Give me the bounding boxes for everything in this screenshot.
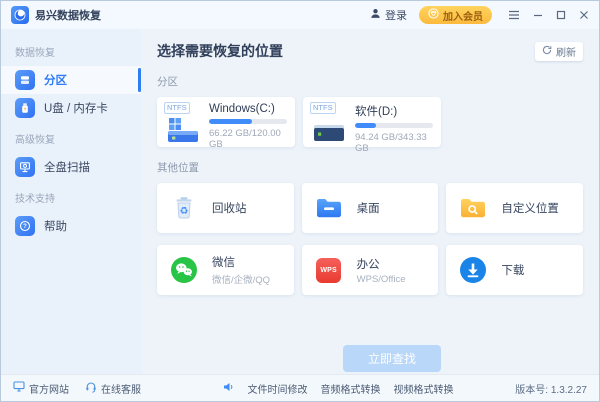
location-label: 回收站 — [212, 200, 247, 216]
official-website-label: 官方网站 — [29, 381, 69, 396]
user-icon — [370, 8, 381, 22]
wechat-icon — [170, 256, 198, 284]
location-label: 下载 — [501, 262, 524, 278]
capacity-progressbar — [209, 119, 287, 124]
wps-office-icon: WPS — [315, 256, 343, 284]
usb-drive-icon — [15, 98, 35, 118]
app-title: 易兴数据恢复 — [35, 7, 101, 23]
svg-text:?: ? — [23, 224, 27, 230]
search-now-button[interactable]: 立即查找 — [343, 345, 441, 372]
file-time-modify-link[interactable]: 文件时间修改 — [248, 381, 308, 396]
version-label: 版本号: 1.3.2.27 — [515, 381, 587, 396]
section-label-other-locations: 其他位置 — [157, 160, 583, 175]
login-button[interactable]: 登录 — [370, 7, 407, 23]
main-content: 选择需要恢复的位置 刷新 分区 NTFS — [141, 29, 599, 374]
close-button[interactable] — [579, 10, 589, 20]
login-label: 登录 — [385, 7, 407, 23]
capacity-progress-fill — [355, 123, 376, 128]
location-label: 办公 — [357, 256, 406, 272]
windows-drive-icon — [166, 117, 200, 149]
sidebar-item-label: 全盘扫描 — [44, 159, 90, 175]
page-title: 选择需要恢复的位置 — [157, 41, 283, 61]
join-membership-button[interactable]: 加入会员 — [419, 6, 492, 24]
refresh-button[interactable]: 刷新 — [535, 42, 583, 61]
location-sublabel: WPS/Office — [357, 274, 406, 285]
titlebar: 易兴数据恢复 登录 加入会员 — [1, 1, 599, 29]
audio-convert-link[interactable]: 音频格式转换 — [321, 381, 381, 396]
sidebar-section-support: 技术支持 — [1, 181, 141, 212]
video-convert-link[interactable]: 视频格式转换 — [394, 381, 454, 396]
sidebar-item-help[interactable]: ? 帮助 — [1, 212, 141, 240]
sidebar-item-usb-memory-card[interactable]: U盘 / 内存卡 — [1, 94, 141, 122]
drive-name: 软件(D:) — [355, 103, 433, 119]
membership-label: 加入会员 — [443, 8, 483, 23]
location-card-desktop[interactable]: 桌面 — [302, 183, 439, 233]
wps-icon-text: WPS — [316, 258, 341, 283]
minimize-button[interactable] — [533, 10, 543, 20]
drive-capacity: 94.24 GB/343.33 GB — [355, 132, 433, 154]
refresh-icon — [542, 45, 552, 58]
official-website-link[interactable]: 官方网站 — [13, 381, 69, 396]
location-sublabel: 微信/企微/QQ — [212, 272, 270, 286]
drive-card-windows-c[interactable]: NTFS Windows(C:) — [157, 97, 295, 147]
location-card-custom[interactable]: 自定义位置 — [446, 183, 583, 233]
location-label: 自定义位置 — [501, 200, 559, 216]
online-support-link[interactable]: 在线客服 — [85, 381, 141, 396]
hard-drive-icon — [312, 117, 346, 149]
maximize-button[interactable] — [556, 10, 566, 20]
sidebar-item-partition[interactable]: 分区 — [1, 66, 141, 94]
announcement-speaker-icon — [223, 381, 235, 396]
diamond-icon — [428, 8, 439, 22]
location-card-recycle-bin[interactable]: ♻ 回收站 — [157, 183, 294, 233]
filesystem-badge: NTFS — [310, 102, 336, 114]
download-icon — [459, 256, 487, 284]
online-support-label: 在线客服 — [101, 381, 141, 396]
location-card-wechat[interactable]: 微信 微信/企微/QQ — [157, 245, 294, 295]
sidebar-section-data-recovery: 数据恢复 — [1, 35, 141, 66]
sidebar-item-full-scan[interactable]: 全盘扫描 — [1, 153, 141, 181]
app-logo-icon — [11, 6, 29, 24]
app-window: 易兴数据恢复 登录 加入会员 — [0, 0, 600, 402]
refresh-label: 刷新 — [556, 44, 576, 59]
svg-text:♻: ♻ — [180, 206, 189, 217]
location-card-office[interactable]: WPS 办公 WPS/Office — [302, 245, 439, 295]
location-grid: ♻ 回收站 — [157, 183, 583, 295]
menu-icon[interactable] — [508, 10, 520, 20]
capacity-progressbar — [355, 123, 433, 128]
drive-capacity: 66.22 GB/120.00 GB — [209, 128, 287, 150]
drive-grid: NTFS Windows(C:) — [157, 97, 583, 147]
sidebar-item-label: 帮助 — [44, 218, 67, 234]
location-card-download[interactable]: 下载 — [446, 245, 583, 295]
sidebar-section-advanced: 高级恢复 — [1, 122, 141, 153]
help-icon: ? — [15, 216, 35, 236]
statusbar: 官方网站 在线客服 — [1, 374, 599, 401]
headset-icon — [85, 381, 97, 396]
sidebar: 数据恢复 分区 U盘 / 内存卡 — [1, 29, 141, 374]
partition-icon — [15, 70, 35, 90]
location-label: 桌面 — [357, 200, 380, 216]
location-label: 微信 — [212, 254, 270, 270]
full-scan-icon — [15, 157, 35, 177]
recycle-bin-icon: ♻ — [170, 194, 198, 222]
capacity-progress-fill — [209, 119, 252, 124]
section-label-partition: 分区 — [157, 74, 583, 89]
monitor-icon — [13, 381, 25, 395]
sidebar-item-label: 分区 — [44, 72, 67, 88]
custom-location-folder-icon — [459, 194, 487, 222]
sidebar-item-label: U盘 / 内存卡 — [44, 100, 108, 116]
filesystem-badge: NTFS — [164, 102, 190, 114]
drive-card-software-d[interactable]: NTFS 软件(D:) 94.24 GB/343.33 GB — [303, 97, 441, 147]
drive-name: Windows(C:) — [209, 103, 287, 115]
desktop-folder-icon — [315, 194, 343, 222]
